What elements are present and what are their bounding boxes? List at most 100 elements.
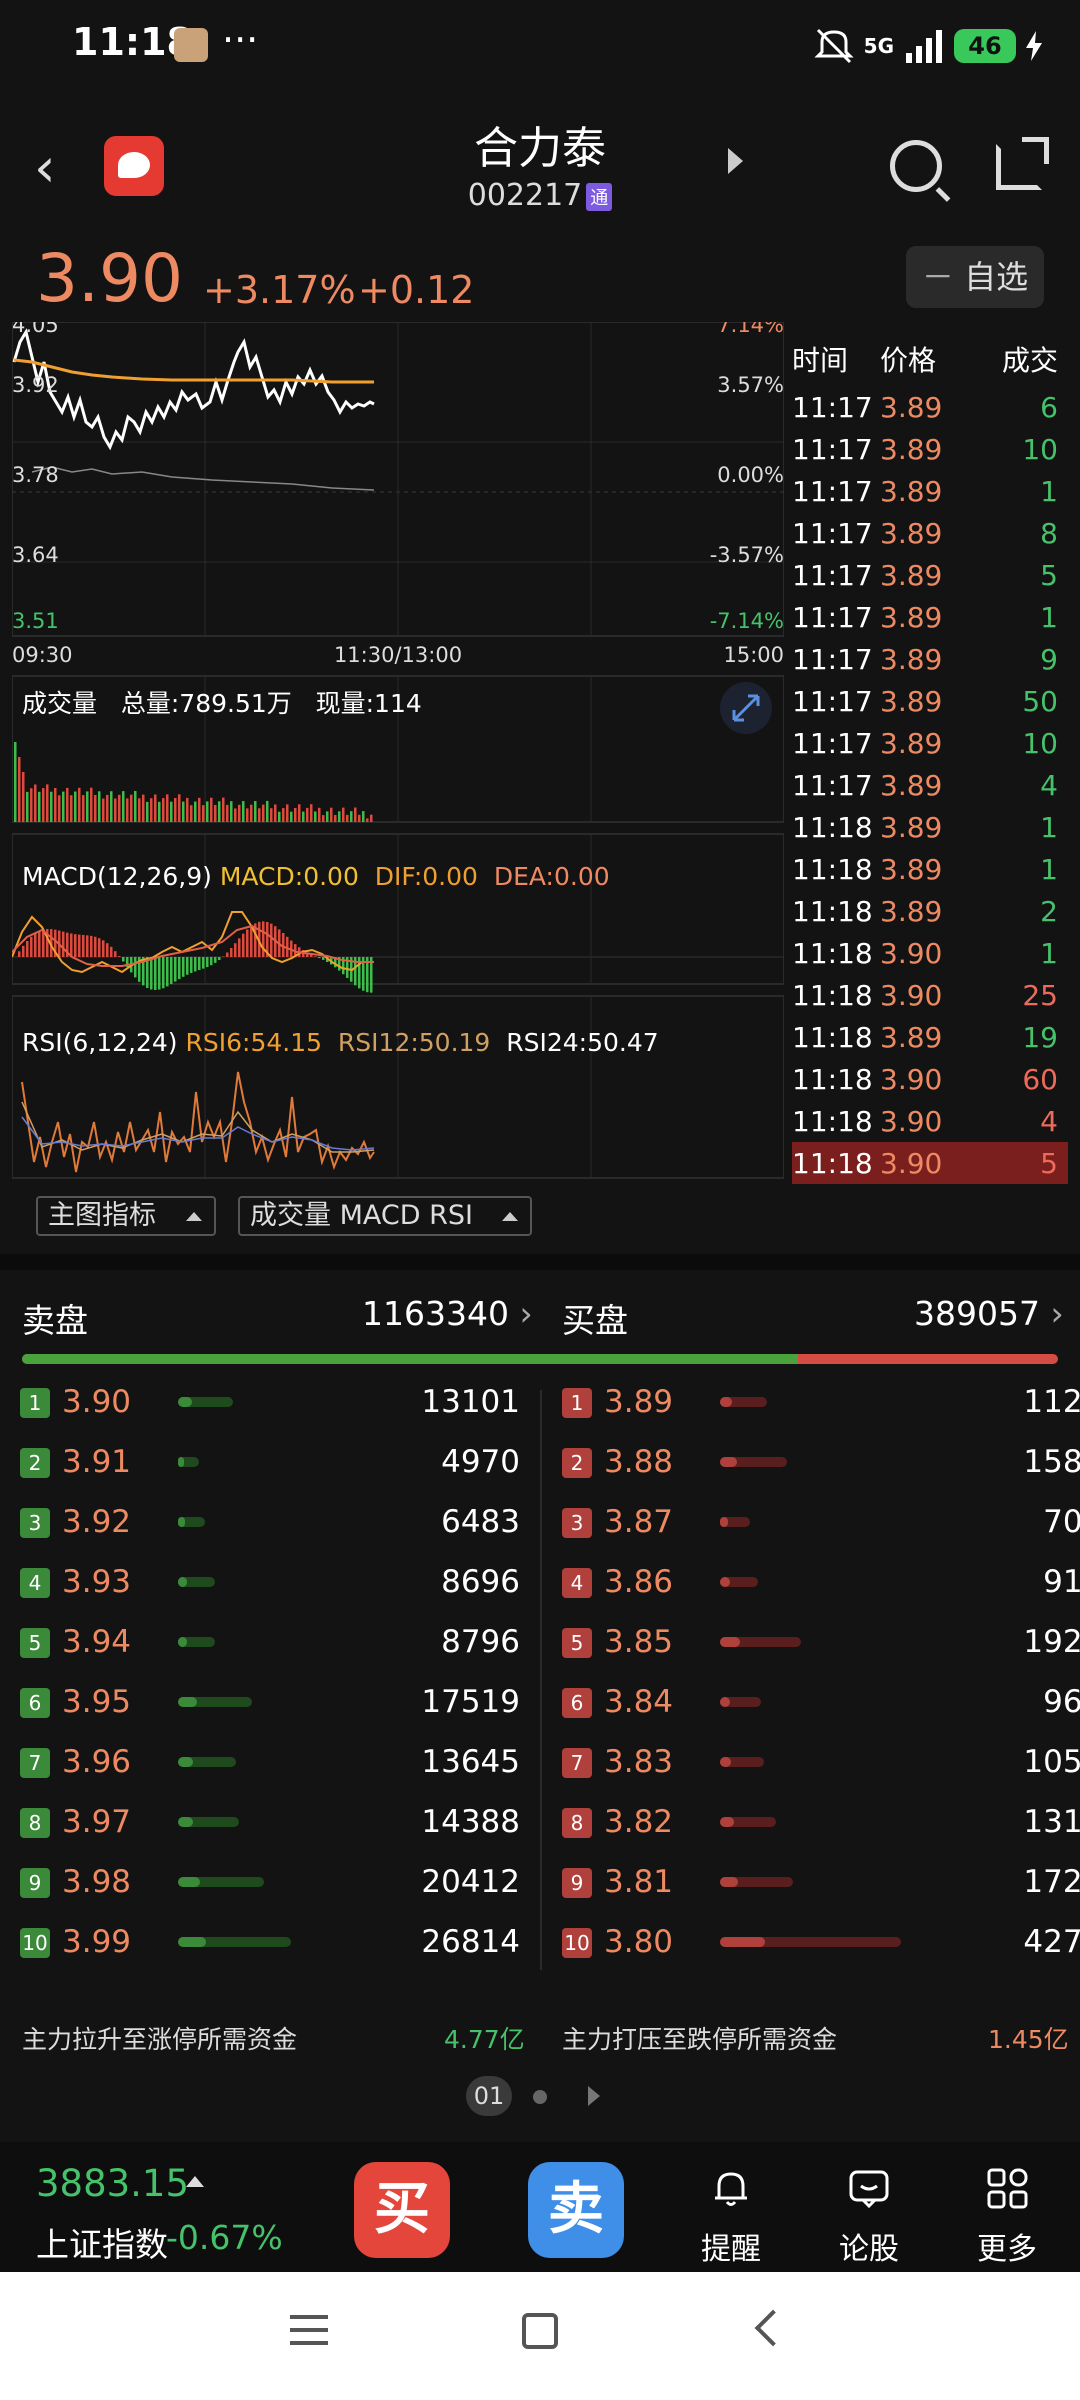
mute-icon: [814, 28, 854, 64]
level-badge: 8: [20, 1808, 50, 1838]
status-bar: 11:18 ··· 5G 46: [0, 0, 1080, 90]
tong-badge: 通: [586, 182, 613, 211]
volume-bar: [106, 794, 109, 822]
volume-bar: [346, 814, 349, 822]
main-indicator-select[interactable]: 主图指标: [36, 1196, 216, 1236]
notification-avatar-icon: [174, 28, 208, 62]
index-name[interactable]: 上证指数: [36, 2218, 168, 2266]
page-next-icon[interactable]: [588, 2086, 600, 2106]
level-volume-bar: [178, 1517, 185, 1527]
bid-row[interactable]: 6 3.84 9676: [562, 1684, 1080, 1724]
tick-time: 11:17: [792, 768, 873, 802]
macd-bar: [18, 951, 21, 957]
level-price: 3.91: [62, 1444, 132, 1480]
page-indicator-current[interactable]: 01: [466, 2076, 512, 2116]
ask-row[interactable]: 5 3.94 8796: [20, 1624, 520, 1664]
macd-bar: [94, 936, 97, 957]
level-badge: 2: [20, 1448, 50, 1478]
sell-book-total[interactable]: 1163340 ›: [362, 1294, 533, 1333]
buy-book-total[interactable]: 389057 ›: [914, 1294, 1064, 1333]
rsi6-value: RSI6:54.15: [185, 1028, 323, 1057]
macd-bar: [186, 957, 189, 975]
level-badge: 6: [562, 1688, 592, 1718]
search-icon[interactable]: [890, 140, 942, 192]
volume-bar: [274, 804, 277, 822]
bid-row[interactable]: 3 3.87 7033: [562, 1504, 1080, 1544]
price-line: [12, 328, 375, 451]
tick-price: 3.89: [880, 390, 943, 424]
level-price: 3.97: [62, 1804, 132, 1840]
level-volume: 17519: [421, 1684, 520, 1720]
volume-bar: [302, 811, 305, 822]
share-icon[interactable]: [996, 137, 1049, 190]
page-indicator-dot[interactable]: [533, 2090, 547, 2104]
forum-button[interactable]: 论股: [824, 2166, 914, 2268]
alert-button[interactable]: 提醒: [686, 2166, 776, 2268]
bid-row[interactable]: 2 3.88 15826: [562, 1444, 1080, 1484]
bid-row[interactable]: 10 3.80 42778: [562, 1924, 1080, 1964]
volume-bar: [226, 804, 229, 822]
bid-row[interactable]: 7 3.83 10517: [562, 1744, 1080, 1784]
ask-row[interactable]: 9 3.98 20412: [20, 1864, 520, 1904]
x-axis-label-end: 15:00: [723, 643, 784, 667]
bid-row[interactable]: 1 3.89 11224: [562, 1384, 1080, 1424]
tick-price: 3.90: [880, 936, 943, 970]
tick-list[interactable]: 时间 价格 成交 11:17 3.89 6 11:17 3.89 10 11:17 3.89 1…: [792, 332, 1068, 1184]
index-value[interactable]: 3883.15: [36, 2162, 189, 2205]
recent-apps-icon[interactable]: [290, 2315, 328, 2345]
watchlist-button[interactable]: － 自选: [906, 246, 1044, 308]
volume-bar: [258, 808, 261, 822]
macd-bar: [214, 957, 217, 963]
volume-bar: [46, 784, 49, 822]
buy-button[interactable]: 买: [354, 2162, 450, 2258]
tick-time: 11:17: [792, 390, 873, 424]
y-axis-label-bottom: 3.51: [12, 609, 59, 633]
level-price: 3.83: [604, 1744, 674, 1780]
ask-row[interactable]: 6 3.95 17519: [20, 1684, 520, 1724]
next-stock-icon[interactable]: [728, 148, 743, 174]
level-badge: 4: [562, 1568, 592, 1598]
tick-row: 11:17 3.89 4: [792, 764, 1068, 806]
sell-ratio-fill: [22, 1354, 798, 1364]
sub-indicator-select[interactable]: 成交量 MACD RSI: [238, 1196, 532, 1236]
home-icon[interactable]: [522, 2313, 558, 2349]
level-volume: 19215: [1023, 1624, 1080, 1660]
expand-up-icon[interactable]: [186, 2176, 204, 2187]
ask-row[interactable]: 1 3.90 13101: [20, 1384, 520, 1424]
tick-row: 11:18 3.90 4: [792, 1100, 1068, 1142]
minus-icon: －: [921, 258, 954, 296]
tick-time: 11:17: [792, 726, 873, 760]
index-change[interactable]: -0.67%: [166, 2218, 283, 2257]
bid-row[interactable]: 4 3.86 9106: [562, 1564, 1080, 1604]
tick-price: 3.89: [880, 642, 943, 676]
bell-icon: [715, 2172, 747, 2206]
level-volume: 8696: [441, 1564, 520, 1600]
ask-row[interactable]: 7 3.96 13645: [20, 1744, 520, 1784]
ask-row[interactable]: 10 3.99 26814: [20, 1924, 520, 1964]
grid-icon: [987, 2168, 1028, 2209]
forum-label: 论股: [839, 2232, 899, 2267]
more-button[interactable]: 更多: [962, 2166, 1052, 2268]
macd-bar: [166, 957, 169, 987]
level-volume-bar: [720, 1937, 765, 1947]
ask-row[interactable]: 3 3.92 6483: [20, 1504, 520, 1544]
bid-row[interactable]: 8 3.82 13145: [562, 1804, 1080, 1844]
bid-row[interactable]: 9 3.81 17230: [562, 1864, 1080, 1904]
sell-button[interactable]: 卖: [528, 2162, 624, 2258]
volume-bar: [182, 801, 185, 822]
volume-bar: [210, 797, 213, 822]
volume-bar: [130, 794, 133, 822]
more-notifications-icon: ···: [222, 18, 259, 62]
level-price: 3.92: [62, 1504, 132, 1540]
volume-bar: [118, 794, 121, 822]
ask-row[interactable]: 4 3.93 8696: [20, 1564, 520, 1604]
tick-time: 11:17: [792, 558, 873, 592]
tick-row: 11:17 3.89 10: [792, 428, 1068, 470]
ask-row[interactable]: 2 3.91 4970: [20, 1444, 520, 1484]
ask-row[interactable]: 8 3.97 14388: [20, 1804, 520, 1844]
tick-header: 时间 价格 成交: [792, 332, 1068, 386]
volume-bar: [162, 798, 165, 822]
volume-bar: [102, 798, 105, 822]
macd-bar: [322, 957, 325, 960]
bid-row[interactable]: 5 3.85 19215: [562, 1624, 1080, 1664]
